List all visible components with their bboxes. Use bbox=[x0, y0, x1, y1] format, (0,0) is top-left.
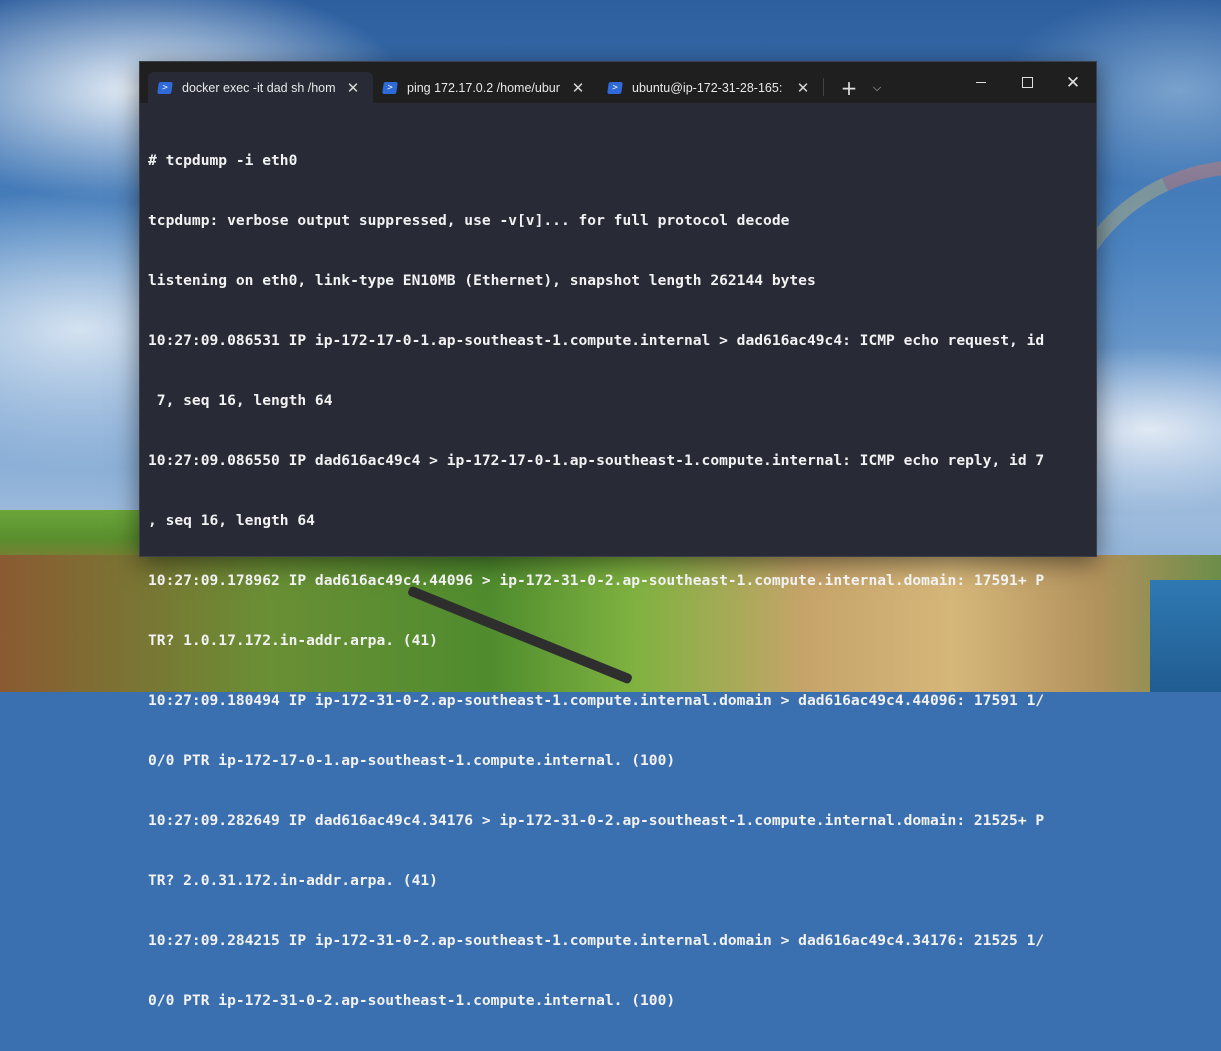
terminal-line: 7, seq 16, length 64 bbox=[148, 392, 333, 409]
close-tab-icon[interactable]: ✕ bbox=[568, 78, 588, 98]
tab-docker-exec[interactable]: > docker exec -it dad sh /home ✕ bbox=[148, 72, 373, 103]
terminal-line: 10:27:09.178962 IP dad616ac49c4.44096 > … bbox=[148, 572, 1045, 589]
minimize-icon bbox=[976, 82, 986, 83]
close-window-button[interactable]: ✕ bbox=[1050, 62, 1096, 103]
wallpaper-sea bbox=[1150, 580, 1221, 692]
minimize-button[interactable] bbox=[958, 62, 1004, 103]
terminal-line: 10:27:09.086531 IP ip-172-17-0-1.ap-sout… bbox=[148, 332, 1045, 349]
terminal-line: TR? 1.0.17.172.in-addr.arpa. (41) bbox=[148, 632, 438, 649]
terminal-line: , seq 16, length 64 bbox=[148, 512, 315, 529]
close-tab-icon[interactable]: ✕ bbox=[793, 78, 813, 98]
close-tab-icon[interactable]: ✕ bbox=[343, 78, 363, 98]
terminal-line: 10:27:09.086550 IP dad616ac49c4 > ip-172… bbox=[148, 452, 1045, 469]
terminal-line: listening on eth0, link-type EN10MB (Eth… bbox=[148, 272, 816, 289]
tab-separator bbox=[823, 77, 824, 96]
tab-ubuntu-ssh[interactable]: > ubuntu@ip-172-31-28-165: ~ ✕ bbox=[598, 72, 823, 103]
tab-label: ubuntu@ip-172-31-28-165: ~ bbox=[632, 80, 785, 95]
terminal-line: 0/0 PTR ip-172-17-0-1.ap-southeast-1.com… bbox=[148, 752, 676, 769]
terminal-line: TR? 2.0.31.172.in-addr.arpa. (41) bbox=[148, 872, 438, 889]
powershell-icon: > bbox=[607, 81, 623, 94]
maximize-button[interactable] bbox=[1004, 62, 1050, 103]
terminal-line: # tcpdump -i eth0 bbox=[148, 152, 298, 169]
maximize-icon bbox=[1021, 77, 1033, 88]
tab-bar: > docker exec -it dad sh /home ✕ > ping … bbox=[140, 62, 1096, 103]
terminal-line: tcpdump: verbose output suppressed, use … bbox=[148, 212, 790, 229]
tab-ping[interactable]: > ping 172.17.0.2 /home/ubuntu ✕ bbox=[373, 72, 598, 103]
terminal-window: > docker exec -it dad sh /home ✕ > ping … bbox=[139, 61, 1097, 1009]
tab-label: ping 172.17.0.2 /home/ubuntu bbox=[407, 80, 560, 95]
terminal-line: 10:27:09.180494 IP ip-172-31-0-2.ap-sout… bbox=[148, 692, 1045, 709]
close-icon: ✕ bbox=[1065, 72, 1081, 93]
chevron-down-icon[interactable]: ⌵ bbox=[864, 72, 890, 103]
terminal-line: 10:27:09.282649 IP dad616ac49c4.34176 > … bbox=[148, 812, 1045, 829]
powershell-icon: > bbox=[157, 81, 173, 94]
window-controls: ✕ bbox=[958, 62, 1096, 103]
terminal-line: 10:27:09.284215 IP ip-172-31-0-2.ap-sout… bbox=[148, 932, 1045, 949]
plus-icon[interactable]: + bbox=[834, 72, 864, 103]
powershell-icon: > bbox=[382, 81, 398, 94]
tab-label: docker exec -it dad sh /home bbox=[182, 80, 335, 95]
terminal-line: 0/0 PTR ip-172-31-0-2.ap-southeast-1.com… bbox=[148, 992, 676, 1009]
terminal-output[interactable]: # tcpdump -i eth0 tcpdump: verbose outpu… bbox=[140, 103, 1096, 1051]
